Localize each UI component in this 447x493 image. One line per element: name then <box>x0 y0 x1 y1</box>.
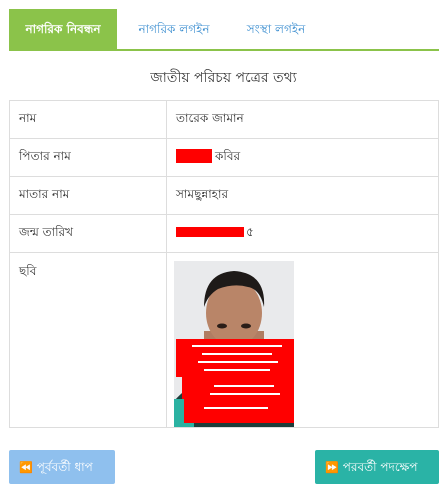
table-row-photo: ছবি <box>9 252 439 428</box>
mother-name-value: সামছুন্নাহার <box>166 176 439 215</box>
tab-organization-login[interactable]: সংস্থা লগইন <box>228 9 324 49</box>
table-row-name: নাম তারেক জামান <box>9 100 439 139</box>
next-step-button[interactable]: ⏩ পরবর্তী পদক্ষেপ <box>315 450 439 484</box>
name-value: তারেক জামান <box>166 100 439 139</box>
photo-image <box>174 261 294 427</box>
father-name-cell: কবির <box>166 138 439 177</box>
table-row-mother: মাতার নাম সামছুন্নাহার <box>9 176 439 215</box>
tab-citizen-login[interactable]: নাগরিক লগইন <box>120 9 228 49</box>
redaction-mark <box>176 149 212 163</box>
redaction-mark <box>176 227 244 237</box>
tab-underline <box>9 49 439 51</box>
name-label: নাম <box>9 100 167 139</box>
tab-bar: নাগরিক নিবন্ধন নাগরিক লগইন সংস্থা লগইন <box>0 0 447 52</box>
table-row-father: পিতার নাম কবির <box>9 138 439 177</box>
mother-name-label: মাতার নাম <box>9 176 167 215</box>
previous-step-button[interactable]: ⏪ পূর্ববর্তী ধাপ <box>9 450 115 484</box>
double-chevron-right-icon: ⏩ <box>325 461 339 474</box>
dob-cell: ৫ <box>166 214 439 253</box>
next-step-label: পরবর্তী পদক্ষেপ <box>342 460 418 474</box>
nid-info-table: নাম তারেক জামান পিতার নাম কবির মাতার নাম… <box>9 100 439 428</box>
previous-step-label: পূর্ববর্তী ধাপ <box>36 460 93 474</box>
photo-label: ছবি <box>9 252 167 428</box>
profile-photo <box>174 261 294 427</box>
tab-citizen-registration[interactable]: নাগরিক নিবন্ধন <box>9 9 117 49</box>
father-name-value: কবির <box>215 148 241 163</box>
dob-label: জন্ম তারিখ <box>9 214 167 253</box>
father-name-label: পিতার নাম <box>9 138 167 177</box>
dob-value: ৫ <box>246 224 254 239</box>
section-title: জাতীয় পরিচয় পত্রের তথ্য <box>150 70 297 86</box>
table-row-dob: জন্ম তারিখ ৫ <box>9 214 439 253</box>
photo-cell <box>166 252 439 428</box>
double-chevron-left-icon: ⏪ <box>19 461 33 474</box>
